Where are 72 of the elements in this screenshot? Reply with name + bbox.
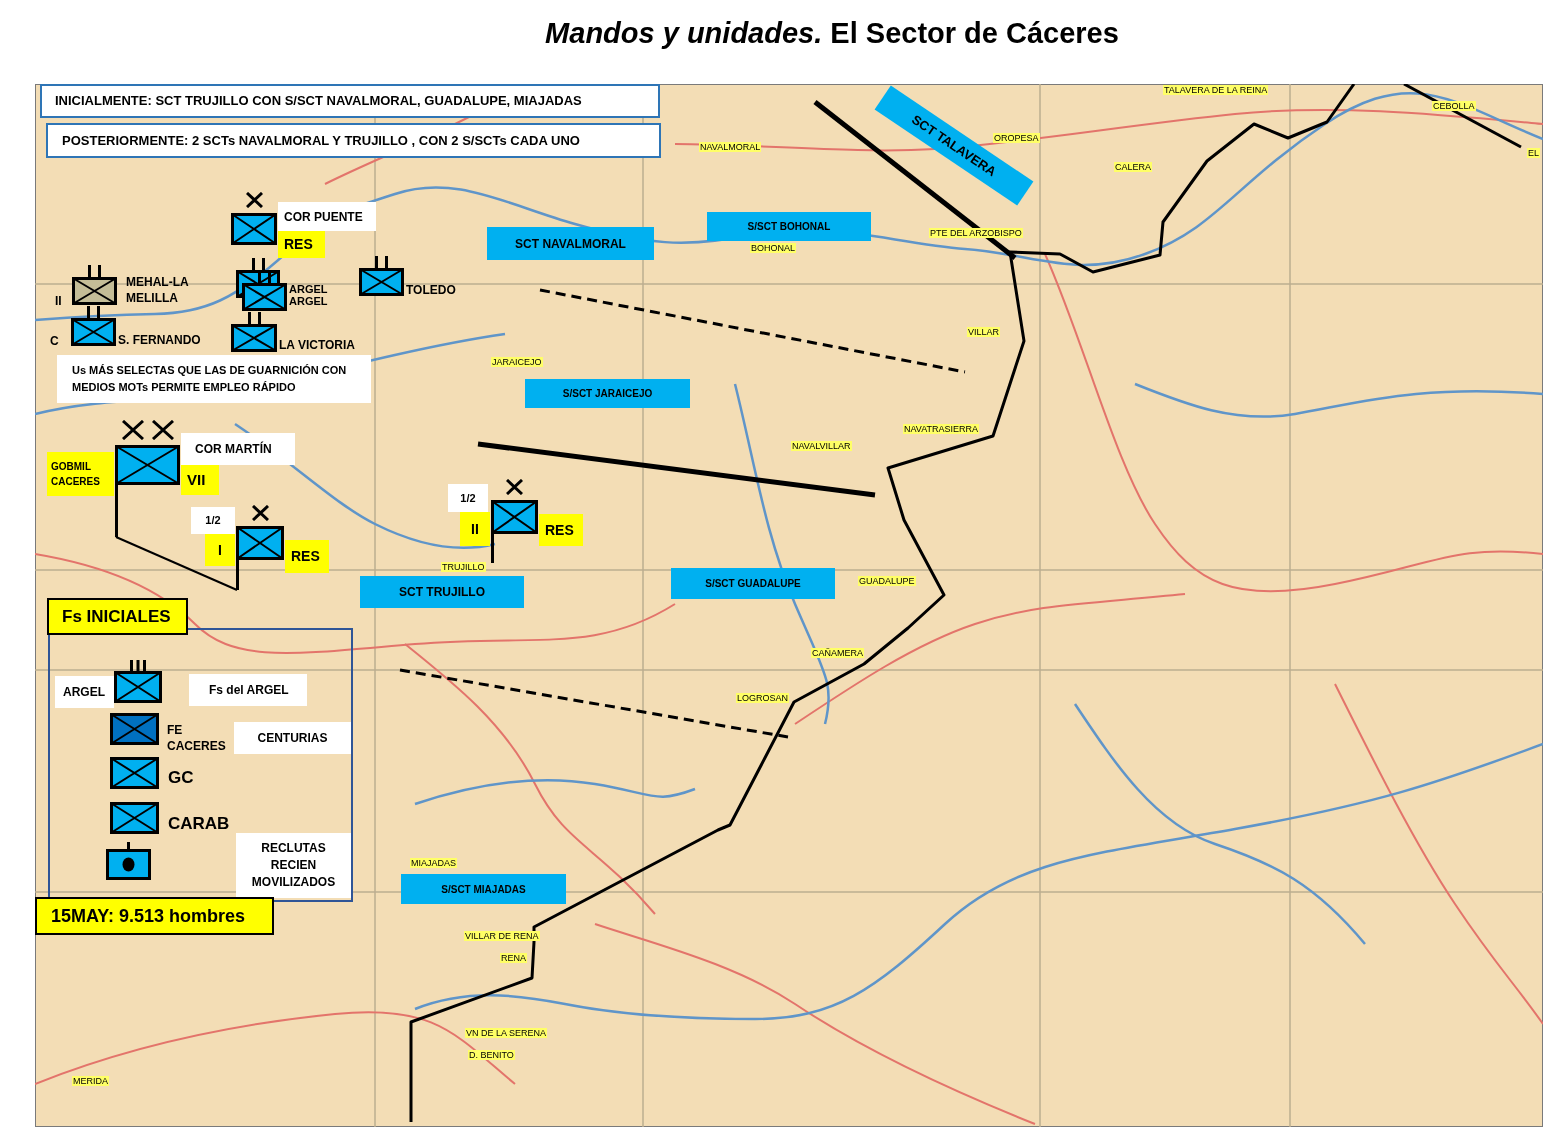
place-label: GUADALUPE (858, 576, 916, 586)
place-label: VILLAR DE RENA (464, 931, 540, 941)
unit-label: II (460, 512, 490, 546)
two-bar-icon (375, 256, 388, 268)
unit-label: COR MARTÍN (181, 433, 295, 465)
place-label: TALAVERA DE LA REINA (1163, 85, 1269, 95)
unit-label: GOBMIL CACERES (47, 452, 114, 496)
sector-label: S/SCT MIAJADAS (401, 874, 566, 904)
unit-label: RES (285, 540, 329, 573)
sector-label: S/SCT JARAICEJO (525, 379, 690, 408)
unit-label: TOLEDO (406, 282, 456, 299)
map-label: II (55, 294, 62, 308)
place-label: VN DE LA SERENA (465, 1028, 548, 1038)
unit-label: COR PUENTE (278, 202, 376, 231)
two-bar-icon (87, 306, 100, 318)
legend-note: RECLUTAS RECIEN MOVILIZADOS (236, 833, 351, 898)
sector-label: SCT NAVALMORAL (487, 227, 654, 260)
map-label: C (50, 334, 59, 348)
place-label: TRUJILLO (441, 562, 486, 572)
sector-label: S/SCT BOHONAL (707, 212, 871, 241)
sector-label: SCT TRUJILLO (360, 576, 524, 608)
three-bar-icon (130, 660, 146, 671)
legend-label: FE CACERES (167, 722, 227, 754)
place-label: NAVATRASIERRA (903, 424, 979, 434)
x-mark-icon (245, 192, 263, 208)
two-bar-icon (258, 271, 271, 283)
x-mark-icon (251, 505, 269, 521)
place-label: D. BENITO (468, 1050, 515, 1060)
remark-note: Us MÁS SELECTAS QUE LAS DE GUARNICIÓN CON MEDIOS MOTs PERMITE EMPLEO RÁPIDO (57, 355, 371, 403)
double-x-mark-icon (121, 420, 174, 440)
legend-note: Fs del ARGEL (189, 674, 307, 706)
total-banner: 15MAY: 9.513 hombres (35, 897, 274, 935)
legend-label: CARAB (168, 812, 230, 835)
place-label: CAÑAMERA (811, 648, 864, 658)
unit-label: 1/2 (448, 484, 488, 512)
two-bar-icon (88, 265, 101, 277)
two-bar-icon (247, 312, 261, 324)
unit-label: ARGEL (289, 296, 328, 307)
unit-label: 1/2 (191, 507, 235, 534)
unit-label: I (205, 534, 235, 566)
place-label: JARAICEJO (491, 357, 543, 367)
place-label: LOGROSAN (736, 693, 789, 703)
place-label: BOHONAL (750, 243, 796, 253)
place-label: PTE DEL ARZOBISPO (929, 228, 1023, 238)
bar-icon (127, 842, 130, 849)
unit-label: RES (539, 514, 583, 546)
legend-title: Fs INICIALES (47, 598, 188, 635)
place-label: CALERA (1114, 162, 1152, 172)
place-label: EL (1527, 148, 1540, 158)
unit-label: MEHAL-LA MELILLA (126, 274, 190, 306)
place-label: NAVALVILLAR (791, 441, 852, 451)
unit-label: S. FERNANDO (118, 332, 201, 349)
note-banner: POSTERIORMENTE: 2 SCTs NAVALMORAL Y TRUJILLO , CON 2 S/SCTs CADA UNO (46, 123, 661, 158)
place-label: MIAJADAS (410, 858, 457, 868)
unit-label: ARGEL (289, 284, 328, 295)
unit-label: VII (181, 465, 219, 495)
page-title: Mandos y unidades. El Sector de Cáceres (545, 16, 1119, 51)
place-label: CEBOLLA (1432, 101, 1476, 111)
place-label: OROPESA (993, 133, 1040, 143)
place-label: VILLAR (967, 327, 1001, 337)
unit-label: RES (278, 231, 325, 258)
two-bar-icon (251, 258, 265, 270)
unit-label: LA VICTORIA (279, 337, 355, 354)
place-label: MERIDA (72, 1076, 109, 1086)
legend-label: GC (168, 767, 194, 789)
legend-label: ARGEL (55, 676, 114, 708)
note-banner: INICIALMENTE: SCT TRUJILLO CON S/SCT NAVALMORAL, GUADALUPE, MIAJADAS (40, 84, 660, 118)
place-label: RENA (500, 953, 527, 963)
legend-note: CENTURIAS (234, 722, 351, 754)
place-label: NAVALMORAL (699, 142, 762, 152)
x-mark-icon (506, 479, 523, 495)
sector-label: S/SCT GUADALUPE (671, 568, 835, 599)
